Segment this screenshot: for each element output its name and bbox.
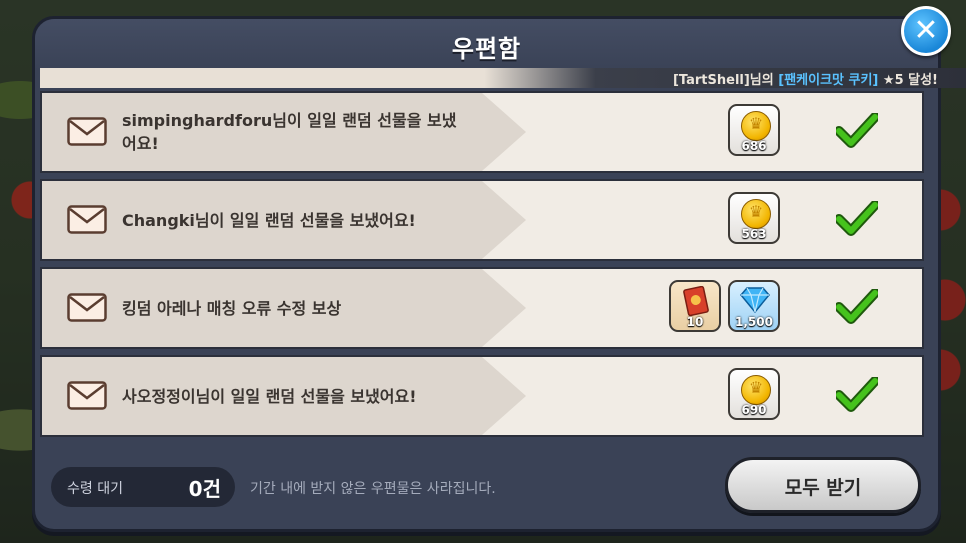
- ticker-highlight: [팬케이크맛 쿠키]: [778, 73, 879, 88]
- envelope-icon: [67, 293, 107, 322]
- close-icon: ✕: [913, 13, 939, 48]
- crystal-gem-icon: [740, 287, 770, 313]
- footer: 수령 대기 0건 기간 내에 받지 않은 우편물은 사라집니다. 모두 받기: [35, 457, 938, 531]
- claim-check-button[interactable]: [836, 289, 878, 325]
- gold-coin-icon: [741, 375, 771, 405]
- reward-slot: 10: [669, 280, 721, 332]
- reward-slot: 690: [728, 368, 780, 420]
- expiry-notice: 기간 내에 받지 않은 우편물은 사라집니다.: [250, 481, 496, 497]
- reward-slot: 686: [728, 104, 780, 156]
- pending-label: 수령 대기: [67, 481, 123, 497]
- ticker-prefix: [TartShell]님의: [672, 73, 779, 88]
- mail-item: simpinghardforu님이 일일 랜덤 선물을 보냈어요! 686: [40, 91, 924, 173]
- claim-check-button[interactable]: [836, 113, 878, 149]
- reward-count: 563: [741, 227, 767, 241]
- panel-title: 우편함: [451, 35, 522, 63]
- claim-check-button[interactable]: [836, 201, 878, 237]
- receive-all-label: 모두 받기: [784, 477, 862, 499]
- gold-coin-icon: [741, 111, 771, 141]
- reward-count: 10: [686, 315, 704, 329]
- mail-message: 킹덤 아레나 매칭 오류 수정 보상: [122, 298, 342, 318]
- gold-coin-icon: [741, 199, 771, 229]
- envelope-icon: [67, 117, 107, 146]
- claim-check-button[interactable]: [836, 377, 878, 413]
- reward-count: 1,500: [735, 315, 773, 329]
- reward-slot: 1,500: [728, 280, 780, 332]
- mail-item: Changki님이 일일 랜덤 선물을 보냈어요! 563: [40, 179, 924, 261]
- reward-count: 690: [741, 403, 767, 417]
- envelope-icon: [67, 381, 107, 410]
- mail-item: 킹덤 아레나 매칭 오류 수정 보상 10 1,500: [40, 267, 924, 349]
- pending-count: 0건: [188, 477, 221, 501]
- ticket-card-icon: [683, 286, 709, 316]
- envelope-icon: [67, 205, 107, 234]
- mail-message: simpinghardforu님이 일일 랜덤 선물을 보냈어요!: [122, 111, 457, 153]
- mail-message: Changki님이 일일 랜덤 선물을 보냈어요!: [122, 210, 416, 230]
- mail-message: 사오정정이님이 일일 랜덤 선물을 보냈어요!: [122, 386, 417, 406]
- ticker-suffix: ★5 달성!: [878, 73, 938, 88]
- close-button[interactable]: ✕: [901, 6, 951, 56]
- reward-count: 686: [741, 139, 767, 153]
- pending-counter: 수령 대기 0건: [51, 467, 235, 507]
- notice-ticker: [TartShell]님의 [팬케이크맛 쿠키] ★5 달성!: [40, 68, 966, 88]
- panel-header: 우편함: [35, 19, 938, 71]
- ticker-text: [TartShell]님의 [팬케이크맛 쿠키] ★5 달성!: [673, 69, 938, 88]
- mail-list: simpinghardforu님이 일일 랜덤 선물을 보냈어요! 686 Ch…: [40, 89, 926, 439]
- mail-item: 사오정정이님이 일일 랜덤 선물을 보냈어요! 690: [40, 355, 924, 437]
- reward-slot: 563: [728, 192, 780, 244]
- receive-all-button[interactable]: 모두 받기: [725, 457, 921, 513]
